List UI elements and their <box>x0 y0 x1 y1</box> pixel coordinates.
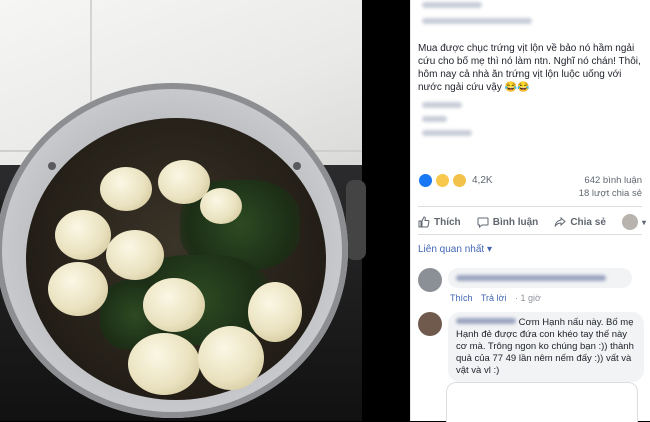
like-reaction-icon <box>418 173 433 188</box>
duck-egg <box>128 333 200 395</box>
avatar[interactable] <box>418 312 442 336</box>
comment-text: Cơm Hạnh nấu này. Bố mẹ Hạnh đẻ được đứa… <box>456 317 634 376</box>
blurred-author-name <box>422 18 532 24</box>
pot-rivet <box>48 162 56 170</box>
share-count[interactable]: 18 lượt chia sẻ <box>579 187 642 200</box>
avatar[interactable] <box>418 268 442 292</box>
profile-selector[interactable]: ▾ <box>621 214 646 230</box>
sad-reaction-icon <box>452 173 467 188</box>
post-stats: 642 bình luận 18 lượt chia sẻ <box>579 174 642 200</box>
comment-icon <box>477 217 489 228</box>
comment-bubble: Cơm Hạnh nấu này. Bố mẹ Hạnh đẻ được đứa… <box>448 312 644 382</box>
comment-preview-box <box>446 382 638 422</box>
blurred-text <box>422 130 472 136</box>
comment-item: Cơm Hạnh nấu này. Bố mẹ Hạnh đẻ được đứa… <box>418 312 644 382</box>
like-button[interactable]: Thích <box>418 216 461 228</box>
comment-item <box>418 268 632 292</box>
blurred-text <box>422 116 447 122</box>
duck-egg <box>48 262 108 316</box>
like-label: Thích <box>434 216 461 228</box>
blurred-commenter-name <box>456 318 516 324</box>
comment-reply-link[interactable]: Trả lời <box>481 293 507 303</box>
pot-handle-right <box>346 180 366 260</box>
blurred-commenter-name <box>456 275 606 281</box>
duck-egg <box>143 278 205 332</box>
comment-count[interactable]: 642 bình luận <box>579 174 642 187</box>
duck-egg <box>55 210 111 260</box>
duck-egg <box>100 167 152 211</box>
comment-time: · 1 giờ <box>514 293 541 303</box>
comment-actions: Thích Trả lời · 1 giờ <box>450 293 547 303</box>
comment-label: Bình luận <box>492 216 539 228</box>
avatar <box>621 214 638 230</box>
comment-bubble <box>448 268 632 288</box>
divider <box>418 234 642 235</box>
blurred-author-name <box>422 2 482 8</box>
duck-egg <box>200 188 242 224</box>
share-button[interactable]: Chia sẻ <box>554 216 606 228</box>
post-side-panel: Mua được chục trứng vịt lộn về bảo nó hầ… <box>410 0 650 422</box>
post-photo[interactable] <box>0 0 410 421</box>
thumbs-up-icon <box>418 216 430 228</box>
duck-egg <box>106 230 164 280</box>
divider <box>418 206 642 207</box>
share-arrow-icon <box>554 216 567 227</box>
haha-reaction-icon <box>435 173 450 188</box>
pot-rivet <box>293 162 301 170</box>
comment-button[interactable]: Bình luận <box>477 216 539 228</box>
panel-border <box>410 0 411 421</box>
duck-egg <box>198 326 264 390</box>
chevron-down-icon: ▾ <box>641 217 646 227</box>
blurred-text <box>422 102 462 108</box>
post-action-bar: Thích Bình luận Chia sẻ ▾ <box>418 214 646 230</box>
reaction-summary[interactable]: 4,2K <box>418 173 493 188</box>
comment-like-link[interactable]: Thích <box>450 293 473 303</box>
reaction-count[interactable]: 4,2K <box>472 175 493 186</box>
duck-egg <box>248 282 302 342</box>
share-label: Chia sẻ <box>570 216 606 228</box>
comment-filter[interactable]: Liên quan nhất ▾ <box>418 244 492 255</box>
post-caption: Mua được chục trứng vịt lộn về bảo nó hầ… <box>418 43 641 93</box>
